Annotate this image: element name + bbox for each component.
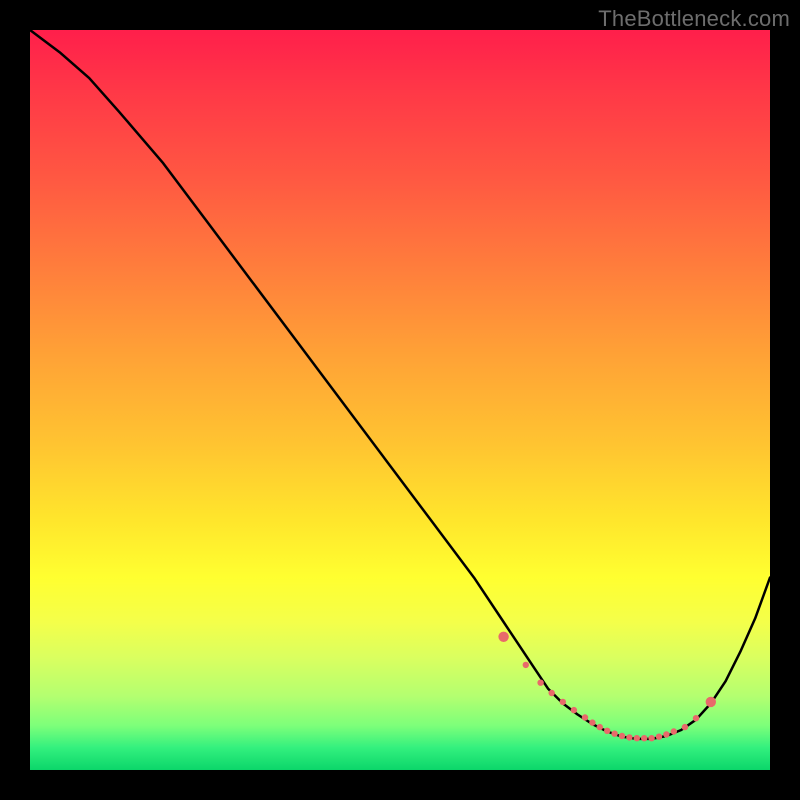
curve-marker xyxy=(693,715,699,721)
curve-marker xyxy=(634,735,640,741)
curve-marker xyxy=(706,697,716,707)
chart-frame: TheBottleneck.com xyxy=(0,0,800,800)
curve-marker xyxy=(656,734,662,740)
curve-marker xyxy=(597,724,603,730)
curve-marker xyxy=(537,680,543,686)
curve-marker xyxy=(682,724,688,730)
curve-marker xyxy=(549,690,555,696)
plot-area xyxy=(30,30,770,770)
curve-marker xyxy=(611,731,617,737)
curve-marker xyxy=(671,728,677,734)
curve-marker xyxy=(604,728,610,734)
curve-marker xyxy=(523,662,529,668)
curve-marker xyxy=(648,735,654,741)
curve-marker xyxy=(560,699,566,705)
curve-marker xyxy=(498,632,508,642)
curve-marker xyxy=(619,733,625,739)
curve-marker xyxy=(589,719,595,725)
curve-markers xyxy=(498,632,716,742)
curve-marker xyxy=(582,714,588,720)
curve-marker xyxy=(641,735,647,741)
watermark-text: TheBottleneck.com xyxy=(598,6,790,32)
curve-marker xyxy=(663,731,669,737)
curve-marker xyxy=(571,707,577,713)
bottleneck-curve xyxy=(30,30,770,739)
curve-marker xyxy=(626,734,632,740)
curve-layer xyxy=(30,30,770,770)
